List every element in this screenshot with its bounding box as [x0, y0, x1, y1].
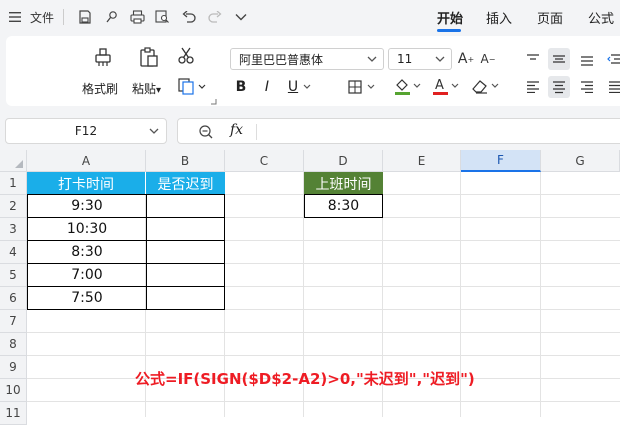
justify-icon[interactable] [604, 76, 620, 98]
print-icon[interactable] [128, 0, 146, 34]
align-right-icon[interactable] [576, 76, 598, 98]
row-header-11[interactable]: 11 [0, 402, 27, 425]
align-top-icon[interactable] [522, 48, 544, 70]
chevron-down-icon [367, 56, 377, 62]
row-header-4[interactable]: 4 [0, 241, 27, 264]
chevron-down-icon[interactable] [302, 80, 312, 94]
fx-icon[interactable]: fx [230, 122, 243, 138]
align-center-button[interactable] [548, 76, 570, 98]
paste-arrow: ▾ [156, 85, 162, 96]
outdent-icon[interactable] [604, 48, 620, 70]
column-header-g[interactable]: G [541, 150, 620, 172]
font-name-select[interactable]: 阿里巴巴普惠体 [230, 48, 384, 70]
bold-button[interactable]: B [232, 76, 250, 98]
cell-b1[interactable]: 是否迟到 [146, 172, 225, 195]
row-header-3[interactable]: 3 [0, 218, 27, 241]
row-header-10[interactable]: 10 [0, 379, 27, 402]
column-header-b[interactable]: B [146, 150, 225, 172]
svg-text:A: A [435, 78, 444, 93]
align-left-icon[interactable] [522, 76, 544, 98]
decrease-font-icon[interactable]: A − [478, 48, 498, 70]
font-name-value: 阿里巴巴普惠体 [239, 52, 324, 67]
cell-b4[interactable] [146, 240, 225, 264]
cut-icon[interactable] [176, 46, 196, 66]
paste-label[interactable]: 粘贴▾ [132, 80, 161, 97]
redo-icon[interactable] [206, 0, 224, 34]
borders-icon[interactable] [346, 76, 380, 98]
ribbon-panel: 格式刷 粘贴▾ 阿里巴巴普惠体 11 A + A − B I U A [6, 36, 620, 106]
name-box[interactable]: F12 [5, 118, 167, 144]
row-header-8[interactable]: 8 [0, 333, 27, 356]
active-tab-indicator [437, 29, 461, 32]
title-bar: 文件 开始 插入 页面 公式 [0, 0, 620, 34]
align-middle-icon [553, 55, 565, 63]
cell-b2[interactable] [146, 194, 225, 218]
cell-b3[interactable] [146, 217, 225, 241]
tab-formula[interactable]: 公式 [588, 0, 614, 34]
formula-note: 公式=IF(SIGN($D$2-A2)>0,"未迟到","迟到") [135, 370, 475, 388]
increase-font-icon[interactable]: A + [456, 48, 476, 70]
save-icon[interactable] [76, 0, 94, 34]
chevron-down-icon [435, 56, 445, 62]
expand-icon[interactable] [208, 96, 218, 106]
italic-button[interactable]: I [258, 76, 276, 98]
formula-bar: F12 fx [0, 110, 620, 150]
align-bottom-icon[interactable] [576, 48, 598, 70]
formula-input[interactable]: fx [177, 118, 620, 144]
cell-d2[interactable]: 8:30 [304, 194, 383, 218]
cell-d1[interactable]: 上班时间 [304, 172, 383, 195]
row-header-7[interactable]: 7 [0, 310, 27, 333]
name-box-value: F12 [74, 124, 98, 138]
cell-a2[interactable]: 9:30 [27, 194, 147, 218]
font-color-icon[interactable]: A [430, 74, 464, 98]
chevron-down-icon[interactable] [232, 0, 250, 34]
column-header-c[interactable]: C [225, 150, 304, 172]
column-header-d[interactable]: D [304, 150, 383, 172]
column-header-e[interactable]: E [383, 150, 461, 172]
row-header-5[interactable]: 5 [0, 264, 27, 287]
font-size-value: 11 [397, 52, 413, 66]
row-header-2[interactable]: 2 [0, 195, 27, 218]
cell-b5[interactable] [146, 263, 225, 287]
cell-b6[interactable] [146, 286, 225, 310]
select-all-corner[interactable] [0, 150, 27, 172]
menu-icon[interactable] [6, 0, 24, 34]
font-size-select[interactable]: 11 [388, 48, 452, 70]
ribbon: 格式刷 粘贴▾ 阿里巴巴普惠体 11 A + A − B I U A [0, 34, 620, 110]
undo-icon[interactable] [180, 0, 198, 34]
cell-a3[interactable]: 10:30 [27, 217, 147, 241]
row-header-9[interactable]: 9 [0, 356, 27, 379]
tab-page[interactable]: 页面 [537, 0, 563, 34]
align-center-icon [553, 81, 565, 94]
underline-button[interactable]: U [284, 76, 302, 98]
format-painter-icon[interactable] [90, 44, 116, 70]
copy-icon[interactable] [176, 76, 210, 96]
fill-color-icon[interactable] [392, 74, 426, 98]
paste-icon[interactable] [136, 44, 162, 70]
format-painter-label[interactable]: 格式刷 [82, 80, 118, 97]
paste-text: 粘贴 [132, 82, 157, 96]
column-header-a[interactable]: A [27, 150, 146, 172]
tab-insert[interactable]: 插入 [486, 0, 512, 34]
row-header-6[interactable]: 6 [0, 287, 27, 310]
spreadsheet-grid[interactable]: A B C D E F G 1 2 3 4 5 6 7 8 9 10 11 打卡… [0, 150, 620, 425]
share-icon[interactable] [103, 0, 121, 34]
print-preview-icon[interactable] [153, 0, 171, 34]
cell-a6[interactable]: 7:50 [27, 286, 147, 310]
eraser-icon[interactable] [468, 74, 504, 98]
file-menu[interactable]: 文件 [28, 0, 56, 34]
column-header-f[interactable]: F [461, 150, 541, 172]
cell-a5[interactable]: 7:00 [27, 263, 147, 287]
zoom-icon[interactable] [198, 124, 214, 140]
row-header-1[interactable]: 1 [0, 172, 27, 195]
cell-a4[interactable]: 8:30 [27, 240, 147, 264]
align-middle-button[interactable] [548, 48, 570, 70]
cell-a1[interactable]: 打卡时间 [27, 172, 146, 195]
chevron-down-icon [149, 128, 159, 134]
